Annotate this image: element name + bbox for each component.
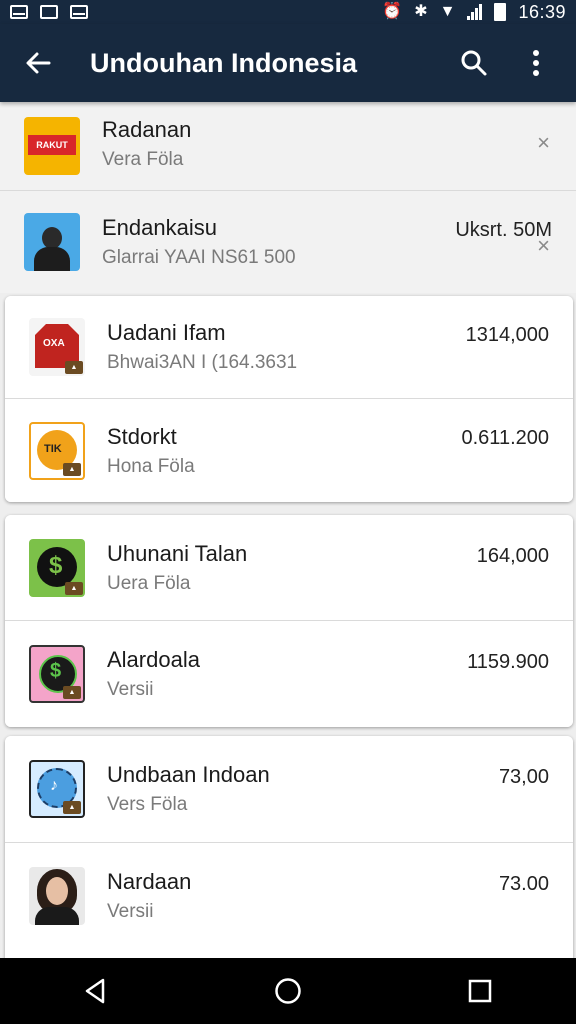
item-size: 73,00 xyxy=(498,766,549,788)
red-tag-app-icon: OXA ▲ xyxy=(29,318,85,376)
home-icon xyxy=(275,978,301,1004)
item-subtitle: Glarrai YAAI NS61 500 xyxy=(102,247,296,268)
item-name: Radanan xyxy=(102,117,192,142)
item-subtitle: Versii xyxy=(107,901,154,922)
woman-portrait-app-icon xyxy=(29,867,85,925)
download-list: RAKUT Radanan Vera Föla × Endankaisu Gla… xyxy=(0,102,576,958)
item-size: 1159.900 xyxy=(467,651,549,673)
status-bar: ⏰ ✱ ▼ 16:39 xyxy=(0,0,576,24)
item-texts: Undbaan Indoan Vers Föla xyxy=(107,762,549,816)
item-size: 73.00 xyxy=(498,873,549,895)
list-item[interactable]: RAKUT Radanan Vera Föla × xyxy=(0,102,576,190)
nav-recents-button[interactable] xyxy=(450,966,510,1016)
item-subtitle: Versii xyxy=(107,679,154,700)
page-title: Undouhan Indonesia xyxy=(90,47,357,78)
bluetooth-icon: ✱ xyxy=(414,3,428,20)
nav-home-button[interactable] xyxy=(258,966,318,1016)
item-size: 1314,000 xyxy=(465,324,549,346)
item-subtitle: Vers Föla xyxy=(107,794,188,815)
download-card: $ ▲ Uhunani Talan Uera Föla 164,000 $ ▲ … xyxy=(5,515,573,727)
item-name: Undbaan Indoan xyxy=(107,762,270,787)
overflow-menu-button[interactable] xyxy=(514,41,558,85)
more-vert-icon xyxy=(533,50,539,76)
system-icons: ⏰ ✱ ▼ 16:39 xyxy=(382,2,566,23)
item-subtitle: Uera Föla xyxy=(107,572,191,594)
list-item[interactable]: ♪ ▲ Undbaan Indoan Vers Föla 73,00 xyxy=(5,736,573,842)
blue-globe-app-icon: ♪ ▲ xyxy=(29,760,85,818)
orange-coin-app-icon: TIK ▲ xyxy=(29,421,85,480)
search-button[interactable] xyxy=(452,41,496,85)
dismiss-button[interactable]: × xyxy=(537,130,550,156)
alarm-icon: ⏰ xyxy=(382,3,403,20)
store-badge: ▲ xyxy=(63,462,81,476)
back-icon xyxy=(85,978,105,1004)
item-subtitle: Hona Föla xyxy=(107,455,195,477)
list-item[interactable]: TIK ▲ Stdorkt Hona Föla 0.611.200 xyxy=(5,399,573,502)
list-item[interactable]: $ ▲ Uhunani Talan Uera Föla 164,000 xyxy=(5,515,573,620)
arrow-left-icon xyxy=(26,52,51,74)
image-icon xyxy=(40,5,58,19)
battery-icon xyxy=(494,3,507,21)
wifi-icon: ▼ xyxy=(439,3,456,20)
nav-back-button[interactable] xyxy=(66,966,126,1016)
list-item[interactable]: Endankaisu Glarrai YAAI NS61 500 Uksrt. … xyxy=(0,191,576,293)
clock: 16:39 xyxy=(518,1,566,22)
back-button[interactable] xyxy=(18,43,58,83)
item-subtitle: Bhwai3AN I (164.3631 xyxy=(107,352,298,373)
pink-dollar-app-icon: $ ▲ xyxy=(29,645,85,703)
system-navigation-bar xyxy=(0,958,576,1024)
gmail-icon xyxy=(10,5,28,19)
download-card: ♪ ▲ Undbaan Indoan Vers Föla 73,00 Narda… xyxy=(5,736,573,958)
item-texts: Nardaan Versii xyxy=(107,869,549,923)
list-item[interactable]: $ ▲ Alardoala Versii 1159.900 xyxy=(5,621,573,727)
rakuten-app-icon: RAKUT xyxy=(24,117,80,175)
search-icon xyxy=(461,50,487,76)
store-badge: ▲ xyxy=(63,801,81,814)
recents-icon xyxy=(468,979,492,1003)
dismiss-button[interactable]: × xyxy=(537,233,550,259)
store-badge: ▲ xyxy=(65,361,83,374)
item-texts: Radanan Vera Föla xyxy=(102,117,552,171)
notification-icons xyxy=(10,5,88,19)
list-item[interactable]: Nardaan Versii 73.00 xyxy=(5,843,573,949)
gmail-icon xyxy=(70,5,88,19)
list-item[interactable]: OXA ▲ Uadani Ifam Bhwai3AN I (164.3631 1… xyxy=(5,296,573,398)
item-size: 0.611.200 xyxy=(461,427,550,449)
download-card: OXA ▲ Uadani Ifam Bhwai3AN I (164.3631 1… xyxy=(5,296,573,502)
portrait-app-icon xyxy=(24,213,80,271)
app-bar: Undouhan Indonesia xyxy=(0,24,576,102)
store-badge: ▲ xyxy=(65,581,83,595)
item-size: 164,000 xyxy=(476,545,549,567)
signal-icon xyxy=(467,4,483,20)
green-dollar-app-icon: $ ▲ xyxy=(29,538,85,597)
store-badge: ▲ xyxy=(63,686,81,699)
item-subtitle: Vera Föla xyxy=(102,149,184,170)
item-name: Nardaan xyxy=(107,869,192,894)
